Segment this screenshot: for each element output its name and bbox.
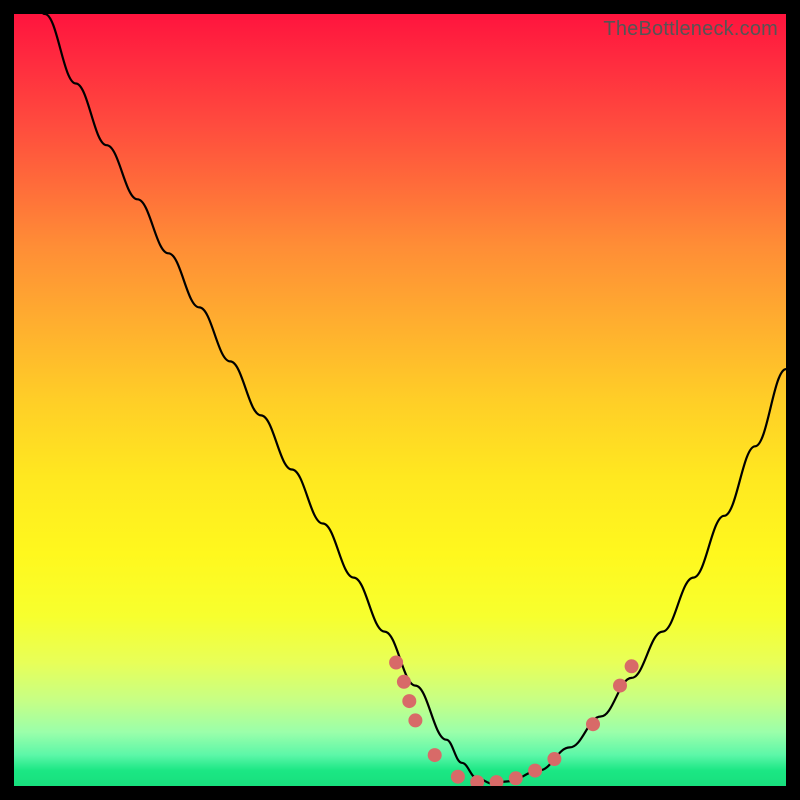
data-marker: [470, 775, 484, 786]
data-marker: [397, 675, 411, 689]
data-marker: [613, 679, 627, 693]
watermark-text: TheBottleneck.com: [603, 18, 778, 41]
data-marker: [528, 764, 542, 778]
plot-area: [14, 14, 786, 786]
data-marker: [490, 775, 504, 786]
data-marker: [408, 713, 422, 727]
data-marker: [625, 659, 639, 673]
data-markers: [389, 656, 638, 787]
data-marker: [428, 748, 442, 762]
data-marker: [586, 717, 600, 731]
data-marker: [451, 770, 465, 784]
data-marker: [389, 656, 403, 670]
data-marker: [509, 771, 523, 785]
data-marker: [402, 694, 416, 708]
data-marker: [547, 752, 561, 766]
chart-svg: [14, 14, 786, 786]
